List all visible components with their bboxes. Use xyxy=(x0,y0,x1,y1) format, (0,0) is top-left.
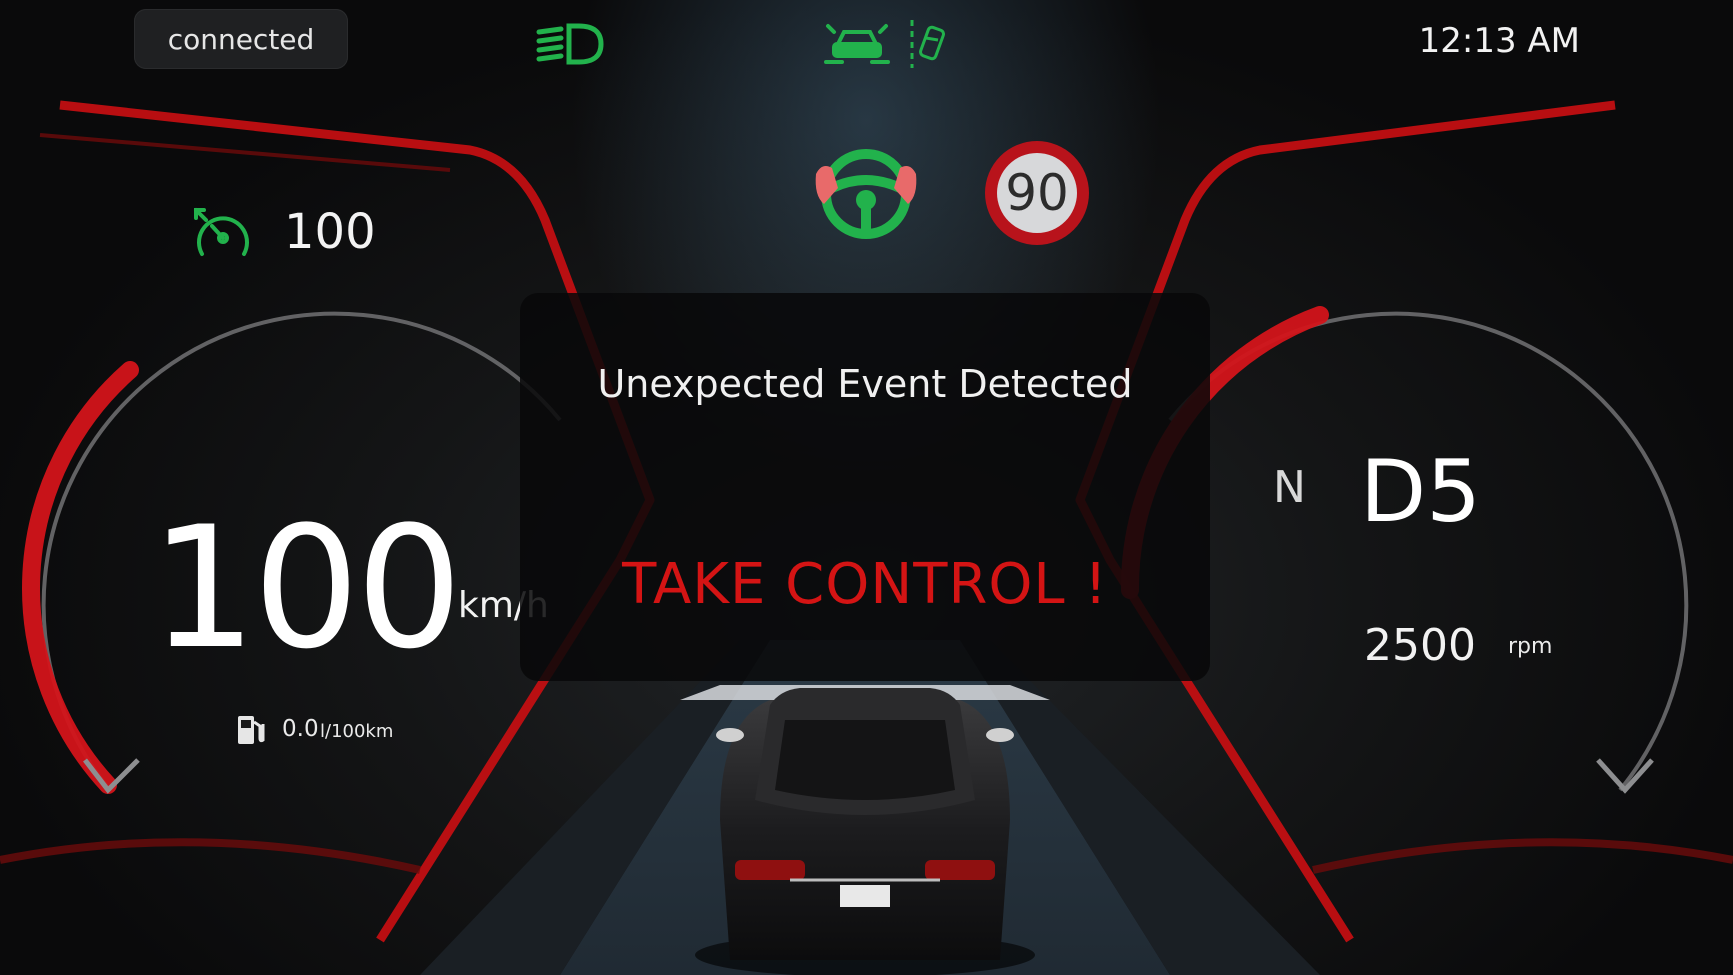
speed-limit-sign: 90 xyxy=(985,141,1089,245)
hands-on-wheel-icon xyxy=(815,149,917,239)
gear-mode: N xyxy=(1273,462,1306,513)
connection-status-label: connected xyxy=(167,22,315,56)
clock-time: 12:13 AM xyxy=(1418,21,1580,61)
alert-title: Unexpected Event Detected xyxy=(597,362,1133,406)
rpm-unit: rpm xyxy=(1508,634,1553,659)
speed-limit-value: 90 xyxy=(997,153,1077,233)
gear-indicator: D5 xyxy=(1360,442,1481,542)
cruise-control-icon xyxy=(194,208,249,256)
fuel-consumption-unit: l/100km xyxy=(320,721,394,742)
takeover-alert-panel xyxy=(520,293,1210,681)
connection-status-badge: connected xyxy=(134,9,348,69)
fuel-consumption-value: 0.0 xyxy=(282,716,319,742)
instrument-cluster: connected 12:13 AM 100 90 100 km/h 0.0 l… xyxy=(0,0,1733,975)
rpm-gauge-arc xyxy=(1168,311,1689,792)
alert-action-message: TAKE CONTROL ! xyxy=(622,552,1108,617)
fuel-pump-icon xyxy=(238,716,265,744)
clock: 12:13 AM xyxy=(1380,16,1580,66)
speed-readout: 100 xyxy=(150,490,463,686)
lane-departure-icon xyxy=(910,20,946,68)
lane-assist-icon xyxy=(824,24,890,64)
ego-car xyxy=(695,688,1035,975)
cruise-set-speed: 100 xyxy=(284,204,376,260)
rpm-readout: 2500 xyxy=(1364,620,1476,671)
low-beam-headlight-icon xyxy=(536,23,604,65)
